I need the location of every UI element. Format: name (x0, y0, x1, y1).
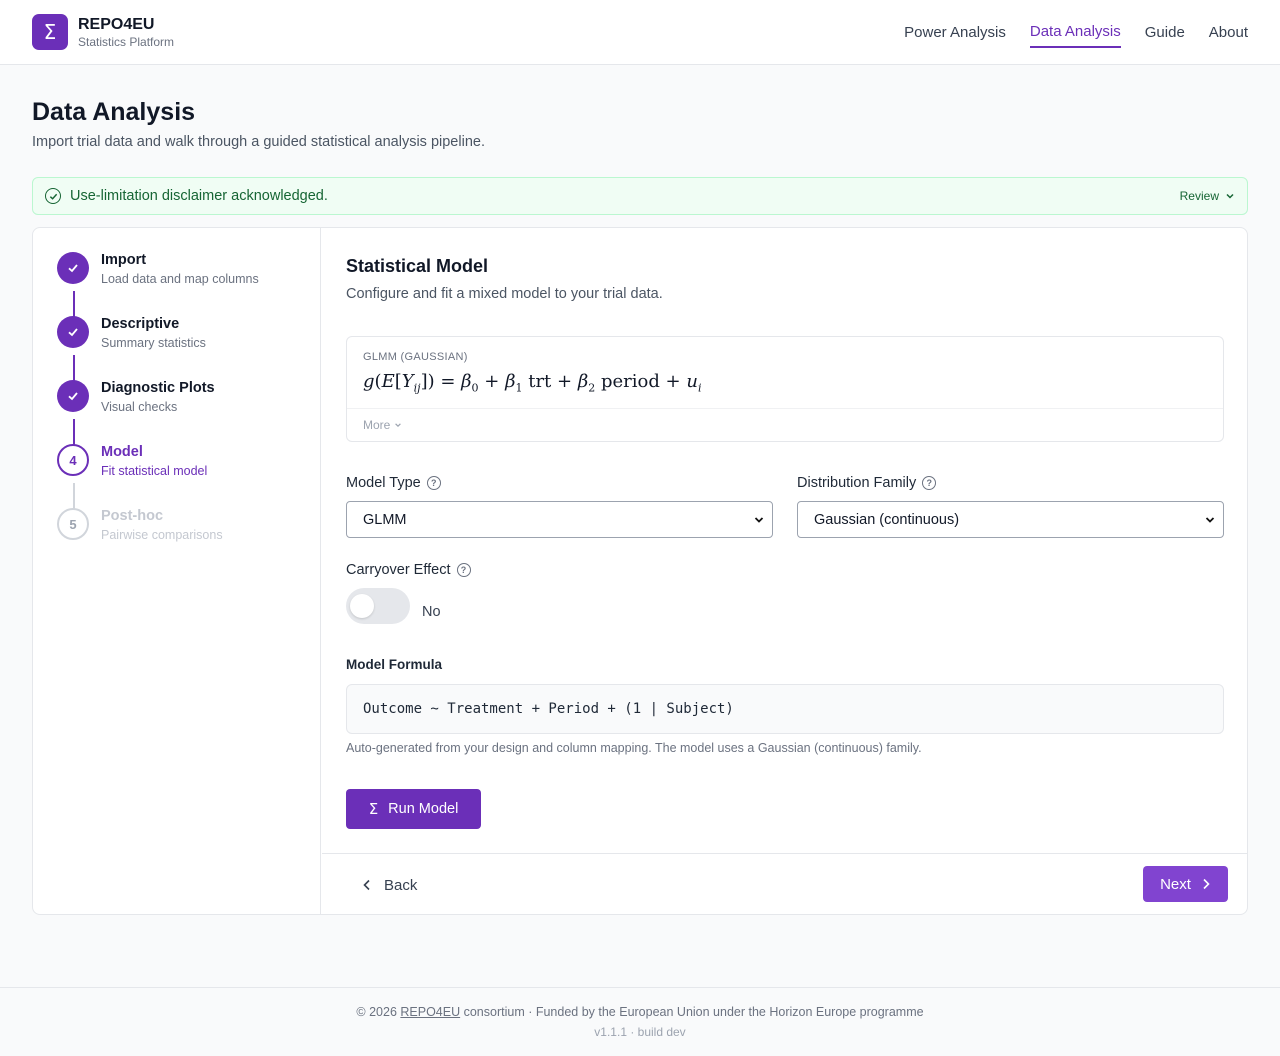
back-label: Back (384, 876, 418, 894)
formula-hint: Auto-generated from your design and colu… (346, 741, 922, 755)
step-title: Model (101, 444, 143, 460)
model-formula-label-text: Model Formula (346, 657, 443, 672)
footer-suffix: consortium · Funded by the European Unio… (460, 1005, 924, 1019)
carryover-label: Carryover Effect ? (346, 562, 471, 578)
model-type-label-text: Model Type (346, 475, 421, 491)
step-title: Diagnostic Plots (101, 380, 215, 396)
main-nav: Power Analysis Data Analysis Guide About (904, 0, 1248, 64)
chevron-down-icon (394, 423, 401, 428)
review-toggle[interactable]: Review (1180, 189, 1235, 203)
help-icon[interactable]: ? (426, 476, 441, 490)
model-type-select[interactable]: GLMM (346, 501, 773, 538)
analysis-card: Import Load data and map columns Descrip… (32, 227, 1248, 915)
carryover-label-text: Carryover Effect (346, 562, 451, 578)
step-title: Import (101, 252, 147, 268)
nav-about[interactable]: About (1209, 18, 1248, 47)
help-icon[interactable]: ? (456, 563, 471, 577)
next-button[interactable]: Next (1143, 866, 1228, 902)
more-toggle[interactable]: More (347, 408, 1223, 441)
distribution-family-select[interactable]: Gaussian (continuous) (797, 501, 1224, 538)
check-icon (57, 380, 89, 412)
model-panel: Statistical Model Configure and fit a mi… (322, 228, 1247, 914)
disclaimer-notice: Use-limitation disclaimer acknowledged. … (32, 177, 1248, 215)
section-subtitle: Configure and fit a mixed model to your … (346, 286, 663, 302)
help-icon[interactable]: ? (922, 476, 937, 490)
chevron-left-icon (363, 879, 370, 891)
chevron-down-icon (754, 517, 764, 523)
step-number: 5 (57, 508, 89, 540)
top-bar: Σ REPO4EU Statistics Platform Power Anal… (0, 0, 1280, 65)
step-number: 4 (57, 444, 89, 476)
model-formula-field[interactable]: Outcome ~ Treatment + Period + (1 | Subj… (346, 684, 1224, 734)
next-label: Next (1160, 875, 1191, 893)
step-description: Fit statistical model (101, 464, 208, 478)
nav-data-analysis[interactable]: Data Analysis (1029, 17, 1121, 48)
step-title: Post-hoc (101, 508, 164, 524)
page-subtitle: Import trial data and walk through a gui… (32, 134, 485, 150)
distribution-value: Gaussian (continuous) (814, 511, 960, 528)
distribution-family-label: Distribution Family ? (797, 475, 937, 491)
logo-sigma-icon[interactable]: Σ (32, 14, 68, 50)
notice-text: Use-limitation disclaimer acknowledged. (70, 188, 328, 204)
model-type-label: Model Type ? (346, 475, 441, 491)
sigma-icon: Σ (368, 800, 379, 818)
model-equation-card: GLMM (GAUSSIAN) g(E[Yij]) = β0 + β1 trt … (346, 336, 1224, 442)
model-formula-label: Model Formula (346, 657, 442, 672)
back-button[interactable]: Back (350, 867, 429, 903)
step-title: Descriptive (101, 316, 180, 332)
nav-guide[interactable]: Guide (1145, 18, 1185, 47)
step-sidebar: Import Load data and map columns Descrip… (33, 228, 321, 914)
nav-power-analysis[interactable]: Power Analysis (904, 18, 1006, 47)
footer-version: v1.1.1 · build dev (594, 1025, 686, 1039)
step-description: Load data and map columns (101, 272, 259, 286)
section-title: Statistical Model (346, 256, 489, 276)
logo-symbol: Σ (43, 20, 57, 44)
chevron-right-icon (1203, 878, 1210, 890)
footer-credits: © 2026 REPO4EU consortium · Funded by th… (0, 1005, 1280, 1019)
check-icon (57, 316, 89, 348)
step-navigation: Back Next (322, 853, 1247, 914)
page-footer: © 2026 REPO4EU consortium · Funded by th… (0, 987, 1280, 1056)
carryover-state: No (422, 604, 441, 620)
brand-name: REPO4EU (78, 16, 155, 33)
brand-subtitle: Statistics Platform (78, 35, 175, 49)
model-type-value: GLMM (363, 511, 407, 528)
step-description: Summary statistics (101, 336, 206, 350)
distribution-label-text: Distribution Family (797, 475, 917, 491)
chevron-down-icon (1205, 517, 1215, 523)
step-description: Visual checks (101, 400, 178, 414)
footer-repo4eu-link[interactable]: REPO4EU (400, 1005, 460, 1019)
footer-prefix: © 2026 (356, 1005, 401, 1019)
carryover-toggle[interactable] (346, 588, 410, 624)
review-label: Review (1179, 189, 1219, 203)
chevron-down-icon (1226, 193, 1234, 199)
more-label: More (363, 418, 391, 432)
model-equation: g(E[Yij]) = β0 + β1 trt + β2 period + ui (363, 371, 702, 395)
check-circle-icon (45, 188, 61, 204)
page-title: Data Analysis (32, 98, 196, 126)
toggle-knob (350, 594, 374, 618)
run-model-button[interactable]: Σ Run Model (346, 789, 481, 829)
check-icon (57, 252, 89, 284)
run-model-label: Run Model (388, 801, 459, 817)
brand[interactable]: REPO4EU Statistics Platform (78, 16, 174, 50)
step-description: Pairwise comparisons (101, 528, 223, 542)
equation-label: GLMM (GAUSSIAN) (363, 351, 468, 363)
